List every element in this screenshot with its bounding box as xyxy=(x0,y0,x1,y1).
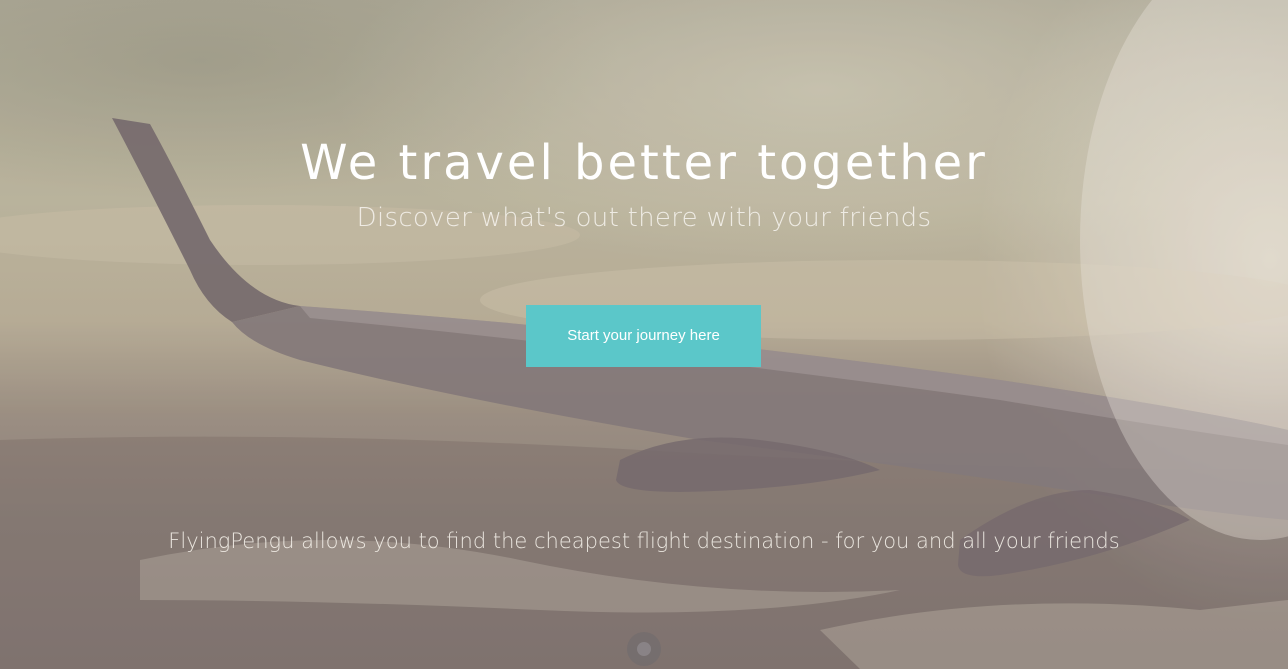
hero-tagline: FlyingPengu allows you to find the cheap… xyxy=(168,529,1120,553)
hero-subheadline: Discover what's out there with your frie… xyxy=(356,203,932,233)
hero-headline: We travel better together xyxy=(300,135,988,191)
start-journey-button[interactable]: Start your journey here xyxy=(526,305,761,367)
hero-section: We travel better together Discover what'… xyxy=(0,0,1288,669)
scroll-indicator-dot xyxy=(637,642,651,656)
scroll-down-icon[interactable] xyxy=(627,632,661,666)
